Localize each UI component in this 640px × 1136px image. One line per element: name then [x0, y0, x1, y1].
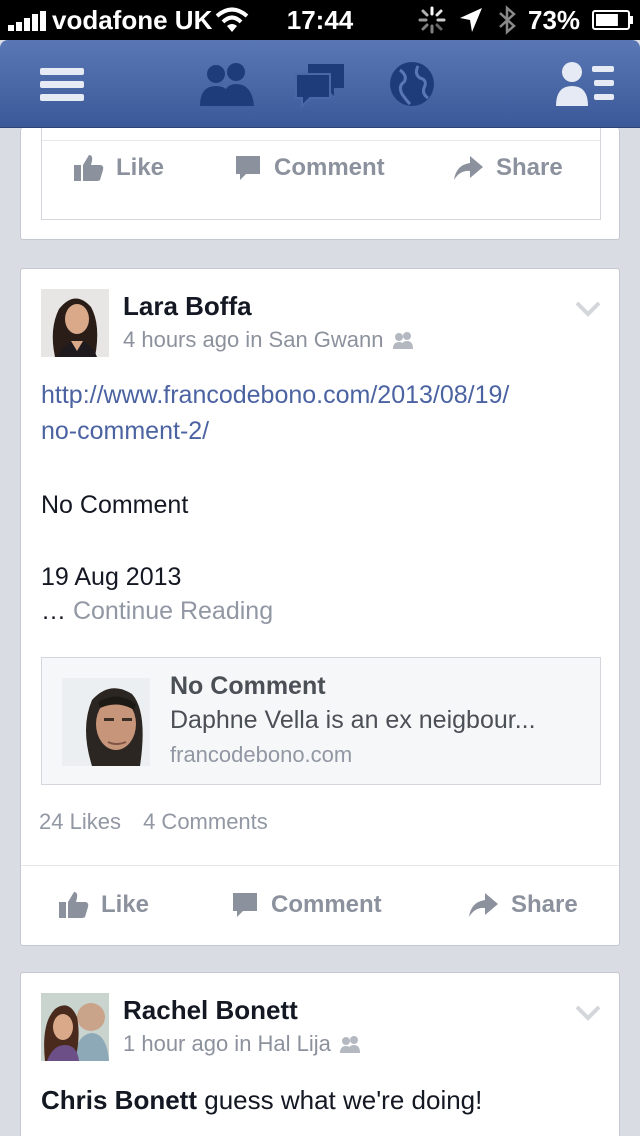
notifications-globe-icon[interactable]: [388, 60, 436, 108]
chevron-down-icon[interactable]: [575, 301, 601, 317]
attachment-photo: [62, 678, 150, 766]
share-arrow-icon: [454, 156, 483, 180]
menu-icon[interactable]: [38, 60, 86, 108]
post-link[interactable]: http://www.francodebono.com/2013/08/19/ …: [41, 377, 601, 449]
comment-icon: [233, 893, 257, 917]
friends-privacy-icon: [392, 332, 413, 349]
like-button[interactable]: Like: [74, 154, 164, 182]
comment-button[interactable]: Comment: [231, 891, 382, 919]
friend-requests-icon[interactable]: [198, 60, 256, 108]
divider: [42, 140, 600, 141]
post-card: Lara Boffa 4 hours ago in San Gwann http…: [20, 268, 620, 946]
post-link-line-1: http://www.francodebono.com/2013/08/19/: [41, 381, 510, 409]
continue-reading-link[interactable]: Continue Reading: [73, 597, 273, 625]
activity-spinner-icon: [418, 6, 446, 34]
post-meta: 1 hour ago in Hal Lija: [123, 1031, 361, 1057]
share-button[interactable]: Share: [467, 891, 578, 919]
engagement-counts: 24 Likes 4 Comments: [39, 809, 268, 835]
post-text-title: No Comment: [41, 491, 189, 519]
attachment-thumbnail: [62, 678, 150, 766]
contacts-icon[interactable]: [556, 60, 616, 108]
location-arrow-icon: [460, 8, 482, 32]
avatar-photo: [41, 289, 109, 357]
messages-icon[interactable]: [294, 60, 346, 108]
author-avatar[interactable]: [41, 289, 109, 357]
link-attachment[interactable]: No Comment Daphne Vella is an ex neigbou…: [41, 657, 601, 785]
post-text: Chris Bonett guess what we're doing!: [41, 1085, 482, 1116]
attachment-title: No Comment: [170, 672, 326, 700]
friends-privacy-icon: [339, 1036, 360, 1053]
avatar-photo: [41, 993, 109, 1061]
mentioned-user[interactable]: Chris Bonett: [41, 1085, 197, 1115]
bluetooth-icon: [499, 5, 516, 35]
chevron-down-icon[interactable]: [575, 1005, 601, 1021]
share-label: Share: [511, 891, 578, 918]
thumbs-up-icon: [59, 892, 89, 918]
post-text-date: 19 Aug 2013: [41, 563, 182, 591]
ellipsis: …: [41, 597, 66, 625]
attachment-description: Daphne Vella is an ex neigbour...: [170, 706, 536, 734]
divider: [21, 865, 619, 866]
continue-reading-line: … Continue Reading: [41, 597, 273, 626]
post-timestamp-location[interactable]: 4 hours ago in San Gwann: [123, 327, 384, 353]
attachment-domain: francodebono.com: [170, 742, 353, 767]
post-meta: 4 hours ago in San Gwann: [123, 327, 414, 353]
facebook-nav-bar: [0, 40, 640, 128]
comments-count[interactable]: 4 Comments: [143, 809, 268, 834]
like-label: Like: [101, 891, 150, 918]
status-bar: vodafone UK 17:44 73%: [0, 0, 640, 40]
like-button[interactable]: Like: [59, 891, 149, 919]
comment-label: Comment: [271, 891, 382, 918]
previous-post-actions: Like Comment Share: [41, 128, 601, 220]
comment-icon: [236, 156, 260, 180]
thumbs-up-icon: [74, 155, 104, 181]
post-body: guess what we're doing!: [204, 1085, 483, 1115]
author-avatar[interactable]: [41, 993, 109, 1061]
post-author-name[interactable]: Lara Boffa: [123, 291, 252, 322]
previous-post-card: Like Comment Share: [20, 128, 620, 240]
battery-icon: [592, 10, 633, 30]
post-timestamp-location[interactable]: 1 hour ago in Hal Lija: [123, 1031, 331, 1057]
comment-button[interactable]: Comment: [234, 154, 385, 182]
share-button[interactable]: Share: [452, 154, 563, 182]
comment-label: Comment: [274, 154, 385, 181]
post-link-line-2: no-comment-2/: [41, 417, 210, 445]
share-arrow-icon: [469, 893, 498, 917]
post-card: Rachel Bonett 1 hour ago in Hal Lija Chr…: [20, 972, 620, 1136]
post-author-name[interactable]: Rachel Bonett: [123, 995, 298, 1026]
share-label: Share: [496, 154, 563, 181]
likes-count[interactable]: 24 Likes: [39, 809, 121, 834]
like-label: Like: [116, 154, 165, 181]
battery-percentage: 73%: [528, 5, 581, 35]
